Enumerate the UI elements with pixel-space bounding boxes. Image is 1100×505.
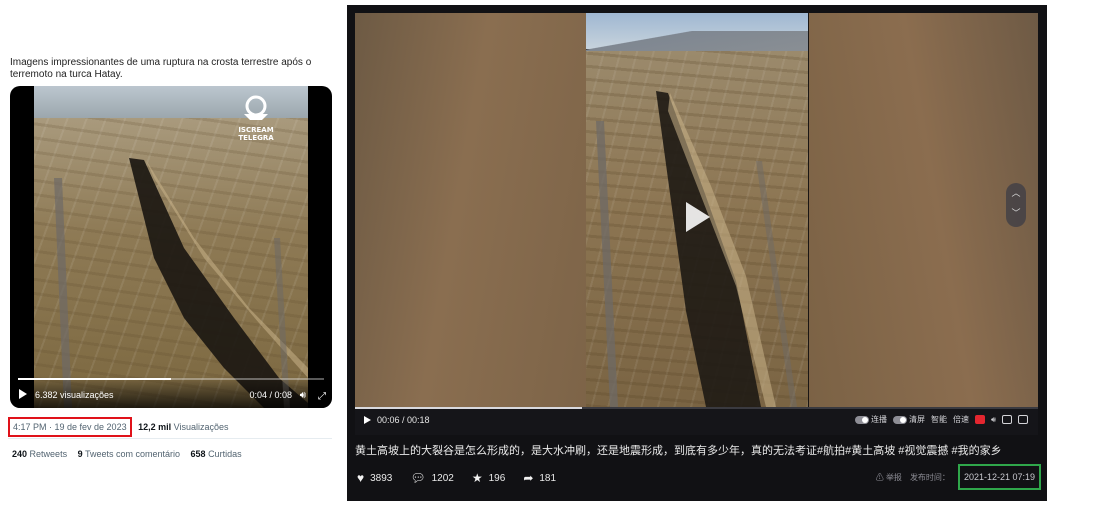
share-action[interactable]: ➦ 181 <box>523 471 556 485</box>
watermark-logo-icon: ISCREAM TELEGRA <box>238 95 274 142</box>
tweet-views-label: Visualizações <box>173 422 229 432</box>
video-progress[interactable] <box>355 407 1038 409</box>
continuous-toggle[interactable]: 连播 <box>854 414 887 425</box>
heart-icon: ♥ <box>357 471 365 485</box>
report-link[interactable]: ⚠ 举报 <box>876 472 902 483</box>
svg-text:ISCREAM: ISCREAM <box>238 126 273 134</box>
video-actions: ♥ 3893 💬︎ 1202 ★ 196 ➦ 181 <box>357 471 556 485</box>
tweet-views-count: 12,2 mil <box>138 422 172 432</box>
video-meta: ⚠ 举报 发布时间： 2021-12-21 07:19 <box>876 464 1041 490</box>
video-mountains <box>586 31 808 53</box>
tweet-video-views: 6.382 visualizações <box>35 390 114 400</box>
tweet-video-time: 0:04 / 0:08 <box>249 390 292 400</box>
shares-count: 181 <box>539 472 557 484</box>
svg-text:TELEGRA: TELEGRA <box>238 134 274 142</box>
retweets-count: 240 <box>12 449 28 459</box>
volume-icon[interactable]: 🔊︎ <box>300 390 306 401</box>
chevron-down-icon[interactable]: ﹀ <box>1006 203 1026 223</box>
tweet-video-progress[interactable] <box>18 378 324 380</box>
toggle-icon <box>854 415 869 424</box>
likes-count: 3893 <box>370 472 393 484</box>
play-icon[interactable] <box>19 389 27 399</box>
favorites-count: 196 <box>488 472 506 484</box>
publish-label: 发布时间： <box>909 472 950 482</box>
big-play-icon[interactable] <box>686 202 710 232</box>
comments-count: 1202 <box>431 472 454 484</box>
tweet-video-progress-fill <box>18 378 171 380</box>
comparison-screenshot: Imagens impressionantes de uma ruptura n… <box>0 0 1100 505</box>
likes-label: Curtidas <box>208 449 242 459</box>
quote-tweets-stat[interactable]: 9 Tweets com comentário <box>78 449 180 459</box>
tweet-meta: 4:17 PM · 19 de fev de 2023 12,2 mil Vis… <box>8 417 229 437</box>
warning-icon: ⚠ <box>875 472 884 482</box>
video-controls: 00:06 / 00:18 连播 清屏 智能 倍速 🔊︎ <box>355 407 1038 435</box>
clear-screen-label: 清屏 <box>908 415 925 424</box>
likes-count: 658 <box>190 449 206 459</box>
video-player[interactable]: ︿ ﹀ 00:06 / 00:18 连播 清屏 智能 倍速 🔊︎ <box>355 13 1038 435</box>
tweet-stats: 240 Retweets 9 Tweets com comentário 658… <box>12 449 250 459</box>
tweet-video-controls: 6.382 visualizações 0:04 / 0:08 🔊︎ ⤢ <box>10 376 332 408</box>
retweets-label: Retweets <box>29 449 68 459</box>
video-progress-fill <box>355 407 583 409</box>
share-arrow-icon: ➦ <box>523 471 534 485</box>
blurred-background-left <box>355 13 586 407</box>
quote-tweets-count: 9 <box>77 449 83 459</box>
pip-icon[interactable] <box>1002 415 1012 424</box>
like-action[interactable]: ♥ 3893 <box>357 471 392 485</box>
continuous-label: 连播 <box>870 415 887 424</box>
tweet-video[interactable]: ISCREAM TELEGRA 6.382 visualizações 0:04… <box>10 86 332 408</box>
comment-icon: 💬︎ <box>410 471 426 485</box>
prev-next-nav[interactable]: ︿ ﹀ <box>1006 183 1026 227</box>
canyon-graphic <box>54 158 308 408</box>
play-icon[interactable] <box>364 416 371 424</box>
publish-date: 2021-12-21 07:19 <box>957 464 1041 490</box>
player-tools: 连播 清屏 智能 倍速 🔊︎ <box>854 414 1028 425</box>
clear-screen-toggle[interactable]: 清屏 <box>892 414 925 425</box>
danmaku-icon[interactable] <box>974 415 985 424</box>
smart-button[interactable]: 智能 <box>931 414 947 425</box>
star-icon: ★ <box>471 471 483 485</box>
blurred-background-right <box>809 13 1038 407</box>
favorite-action[interactable]: ★ 196 <box>472 471 505 485</box>
tweet-video-frame: ISCREAM TELEGRA <box>34 86 308 408</box>
toggle-icon <box>892 415 907 424</box>
speed-button[interactable]: 倍速 <box>953 414 969 425</box>
fullscreen-icon[interactable]: ⤢ <box>318 391 326 402</box>
divider <box>8 438 332 439</box>
video-description: 黄土高坡上的大裂谷是怎么形成的，是大水冲刷，还是地震形成，到底有多少年，真的无法… <box>355 445 1002 457</box>
likes-stat[interactable]: 658 Curtidas <box>191 449 242 459</box>
volume-icon[interactable]: 🔊︎ <box>991 415 996 425</box>
chevron-up-icon[interactable]: ︿ <box>1006 183 1026 203</box>
comment-action[interactable]: 💬︎ 1202 <box>410 471 453 485</box>
video-page-panel: ︿ ﹀ 00:06 / 00:18 连播 清屏 智能 倍速 🔊︎ 黄土高坡上的大… <box>347 5 1047 501</box>
retweets-stat[interactable]: 240 Retweets <box>12 449 67 459</box>
report-label: 举报 <box>885 472 902 482</box>
tweet-text: Imagens impressionantes de uma ruptura n… <box>10 57 312 80</box>
tweet-timestamp[interactable]: 4:17 PM · 19 de fev de 2023 <box>8 417 132 437</box>
fullscreen-icon[interactable] <box>1018 415 1028 424</box>
tweet-panel: Imagens impressionantes de uma ruptura n… <box>0 0 340 505</box>
video-time: 00:06 / 00:18 <box>377 415 430 425</box>
quote-tweets-label: Tweets com comentário <box>84 449 180 459</box>
